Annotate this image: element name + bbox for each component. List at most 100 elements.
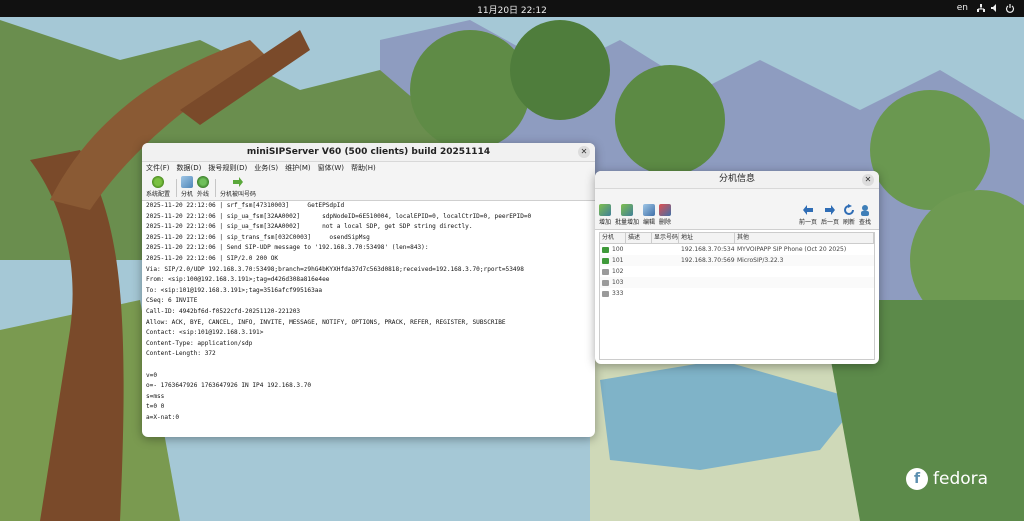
ext-number: 333 — [612, 290, 624, 297]
next-page-button[interactable]: 后一页 — [821, 204, 839, 226]
cell-other: MYVOIPAPP SIP Phone (Oct 20 2025) — [737, 246, 847, 253]
log-line: 2025-11-20 22:12:06 | srf_fsm[47310003] … — [146, 202, 345, 209]
offline-phone-icon — [602, 290, 609, 297]
cell-addr: 192.168.3.70:53498 — [681, 246, 735, 253]
cell-desc — [626, 277, 652, 288]
table-row[interactable]: 333 — [600, 288, 874, 299]
log-line: 2025-11-20 22:12:06 | Send SIP-UDP messa… — [146, 244, 429, 252]
system-config-button[interactable]: 系统配置 — [146, 176, 170, 198]
cell-desc — [626, 288, 652, 299]
add-button[interactable]: 增加 — [599, 204, 611, 226]
toolbar-separator — [215, 179, 217, 197]
table-row[interactable]: 100 192.168.3.70:53498MYVOIPAPP SIP Phone… — [600, 244, 874, 255]
table-row[interactable]: 102 — [600, 266, 874, 277]
extension-button[interactable]: 分机 — [181, 176, 193, 198]
log-line: Contact: <sip:101@192.168.3.191> — [146, 329, 264, 337]
log-line: Allow: ACK, BYE, CANCEL, INFO, INVITE, M… — [146, 318, 506, 326]
log-line: 2025-11-20 22:12:06 | SIP/2.0 200 OK — [146, 254, 279, 262]
edit-button[interactable]: 编辑 — [643, 204, 655, 226]
search-icon — [860, 205, 869, 216]
table-header: 分机 描述 显示号码 地址 其他 — [600, 233, 874, 244]
offline-phone-icon — [602, 279, 609, 286]
online-phone-icon — [602, 257, 609, 264]
log-line: o=- 1763647926 1763647926 IN IP4 192.168… — [146, 382, 312, 390]
cell-display — [652, 277, 679, 288]
ext-number: 102 — [612, 268, 624, 275]
extension-table: 分机 描述 显示号码 地址 其他 100 192.168.3.70:53498MY… — [599, 232, 875, 360]
col-desc[interactable]: 描述 — [626, 233, 652, 243]
cell-addr — [679, 266, 735, 277]
log-line: Via: SIP/2.0/UDP 192.168.3.70:53498;bran… — [146, 265, 524, 273]
clock[interactable]: 11月20日 22:12 — [0, 3, 1024, 16]
toolbar-separator — [176, 179, 178, 197]
settings-icon — [152, 176, 164, 188]
col-display[interactable]: 显示号码 — [652, 233, 679, 243]
cell-ext: 101 — [600, 255, 626, 266]
cell-other — [735, 288, 874, 299]
log-line: v=0 — [146, 371, 158, 379]
menu-bar: 文件(F) 数据(D) 拨号规则(D) 业务(S) 维护(M) 窗体(W) 帮助… — [142, 162, 595, 174]
offline-phone-icon — [602, 268, 609, 275]
menu-data[interactable]: 数据(D) — [177, 163, 202, 173]
cell-desc — [626, 266, 652, 277]
close-button[interactable]: ✕ — [578, 146, 590, 158]
col-ext[interactable]: 分机 — [600, 233, 626, 243]
add-icon — [599, 204, 611, 216]
log-line: 2025-11-20 22:12:06 | sip_ua_fsm[32AA000… — [146, 223, 473, 231]
col-addr[interactable]: 地址 — [679, 233, 735, 243]
cell-display — [652, 255, 679, 266]
trunk-button[interactable]: 外线 — [197, 176, 209, 198]
extension-icon — [181, 176, 194, 188]
menu-help[interactable]: 帮助(H) — [351, 163, 376, 173]
ext-window-title: 分机信息 — [718, 174, 755, 184]
menu-services[interactable]: 业务(S) — [254, 163, 278, 173]
log-output[interactable]: 2025-11-20 22:12:06 | srf_fsm[47310003] … — [142, 201, 595, 431]
fedora-logo: f fedora — [906, 468, 988, 490]
next-page-icon — [824, 205, 835, 215]
cell-desc — [626, 255, 652, 266]
top-bar: 11月20日 22:12 en — [0, 0, 1024, 17]
log-line: To: <sip:101@192.168.3.191>;tag=3516afcf… — [146, 286, 323, 294]
ext-number: 100 — [612, 246, 624, 253]
main-window: miniSIPServer V60 (500 clients) build 20… — [142, 143, 595, 437]
power-icon[interactable] — [1005, 3, 1015, 13]
refresh-button[interactable]: 刷新 — [843, 204, 855, 226]
delete-icon — [659, 204, 672, 216]
batch-add-button[interactable]: 批量增加 — [615, 204, 639, 226]
log-line: Content-Length: 372 — [146, 350, 216, 358]
menu-dial-rules[interactable]: 拨号规则(D) — [208, 163, 247, 173]
log-line: 2025-11-20 22:12:06 | sip_ua_fsm[32AA000… — [146, 212, 532, 220]
log-line: s=mss — [146, 392, 165, 400]
menu-file[interactable]: 文件(F) — [146, 163, 170, 173]
menu-window[interactable]: 窗体(W) — [318, 163, 344, 173]
cell-ext: 102 — [600, 266, 626, 277]
prev-page-button[interactable]: 前一页 — [799, 204, 817, 226]
menu-maintenance[interactable]: 维护(M) — [285, 163, 311, 173]
trunk-icon — [197, 176, 210, 188]
cell-addr — [679, 288, 735, 299]
delete-button[interactable]: 删除 — [659, 204, 671, 226]
table-row[interactable]: 101 192.168.3.70:56992MicroSIP/3.22.3 — [600, 255, 874, 266]
window-title: miniSIPServer V60 (500 clients) build 20… — [246, 147, 491, 157]
table-row[interactable]: 103 — [600, 277, 874, 288]
log-line: CSeq: 6 INVITE — [146, 297, 198, 305]
ext-close-button[interactable]: ✕ — [862, 174, 874, 186]
network-icon[interactable] — [976, 3, 986, 13]
search-button[interactable]: 查找 — [859, 204, 871, 226]
log-line: Call-ID: 4942bf6d-f0522cfd-20251120-2212… — [146, 307, 301, 315]
ext-window-titlebar[interactable]: 分机信息 ✕ — [595, 171, 879, 189]
volume-icon[interactable] — [990, 3, 1000, 13]
cell-addr: 192.168.3.70:56992 — [681, 257, 735, 264]
input-language[interactable]: en — [957, 3, 968, 13]
col-other[interactable]: 其他 — [735, 233, 874, 243]
extension-called-number-button[interactable]: 分机被叫号码 — [220, 176, 256, 198]
main-window-titlebar[interactable]: miniSIPServer V60 (500 clients) build 20… — [142, 143, 595, 162]
cell-other: MicroSIP/3.22.3 — [737, 257, 784, 264]
cell-display — [652, 266, 679, 277]
edit-icon — [643, 204, 656, 216]
cell-ext: 103 — [600, 277, 626, 288]
prev-page-icon — [802, 205, 813, 215]
log-line: t=0 0 — [146, 403, 165, 411]
main-toolbar: 系统配置 分机 外线 分机被叫号码 — [142, 174, 595, 201]
